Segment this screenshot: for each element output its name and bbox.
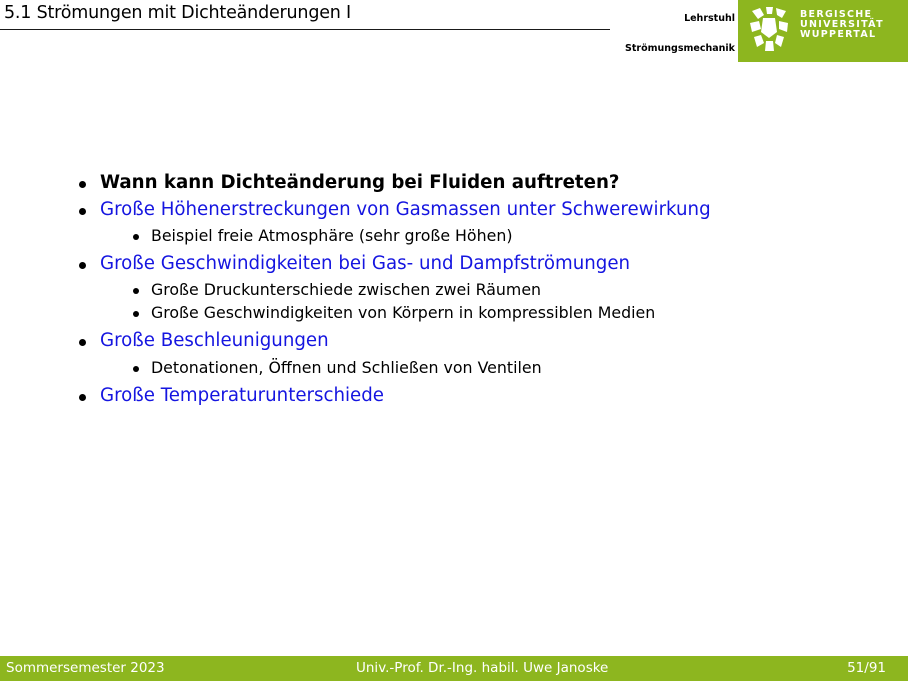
footer-bar: Sommersemester 2023 Univ.-Prof. Dr.-Ing.…	[0, 656, 908, 681]
sub-bullet-bodies: Große Geschwindigkeiten von Körpern in k…	[78, 303, 898, 322]
crest-icon	[750, 7, 788, 51]
bullet-acceleration: Große Beschleunigungen	[78, 330, 898, 351]
bullet-list: Wann kann Dichteänderung bei Fluiden auf…	[78, 172, 898, 406]
title-underline	[0, 29, 610, 30]
sub-bullet-pressure: Große Druckunterschiede zwischen zwei Rä…	[78, 280, 898, 299]
bullet-velocity: Große Geschwindigkeiten bei Gas- und Dam…	[78, 253, 898, 274]
chair-label: Lehrstuhl	[684, 13, 735, 24]
footer-author: Univ.-Prof. Dr.-Ing. habil. Uwe Janoske	[356, 660, 609, 676]
university-logo: BERGISCHE UNIVERSITÄT WUPPERTAL	[738, 0, 908, 62]
sub-bullet-atmosphere: Beispiel freie Atmosphäre (sehr große Hö…	[78, 226, 898, 245]
footer-semester: Sommersemester 2023	[6, 660, 165, 676]
slide-title: 5.1 Strömungen mit Dichteänderungen I	[4, 3, 352, 23]
sub-bullet-detonation: Detonationen, Öffnen und Schließen von V…	[78, 358, 898, 377]
bullet-height: Große Höhenerstreckungen von Gasmassen u…	[78, 199, 898, 220]
university-name: BERGISCHE UNIVERSITÄT WUPPERTAL	[800, 9, 884, 41]
footer-page-number: 51/91	[847, 660, 886, 676]
bullet-temperature: Große Temperaturunterschiede	[78, 385, 898, 406]
chair-name: Strömungsmechanik	[625, 43, 735, 54]
bullet-question: Wann kann Dichteänderung bei Fluiden auf…	[78, 172, 898, 193]
